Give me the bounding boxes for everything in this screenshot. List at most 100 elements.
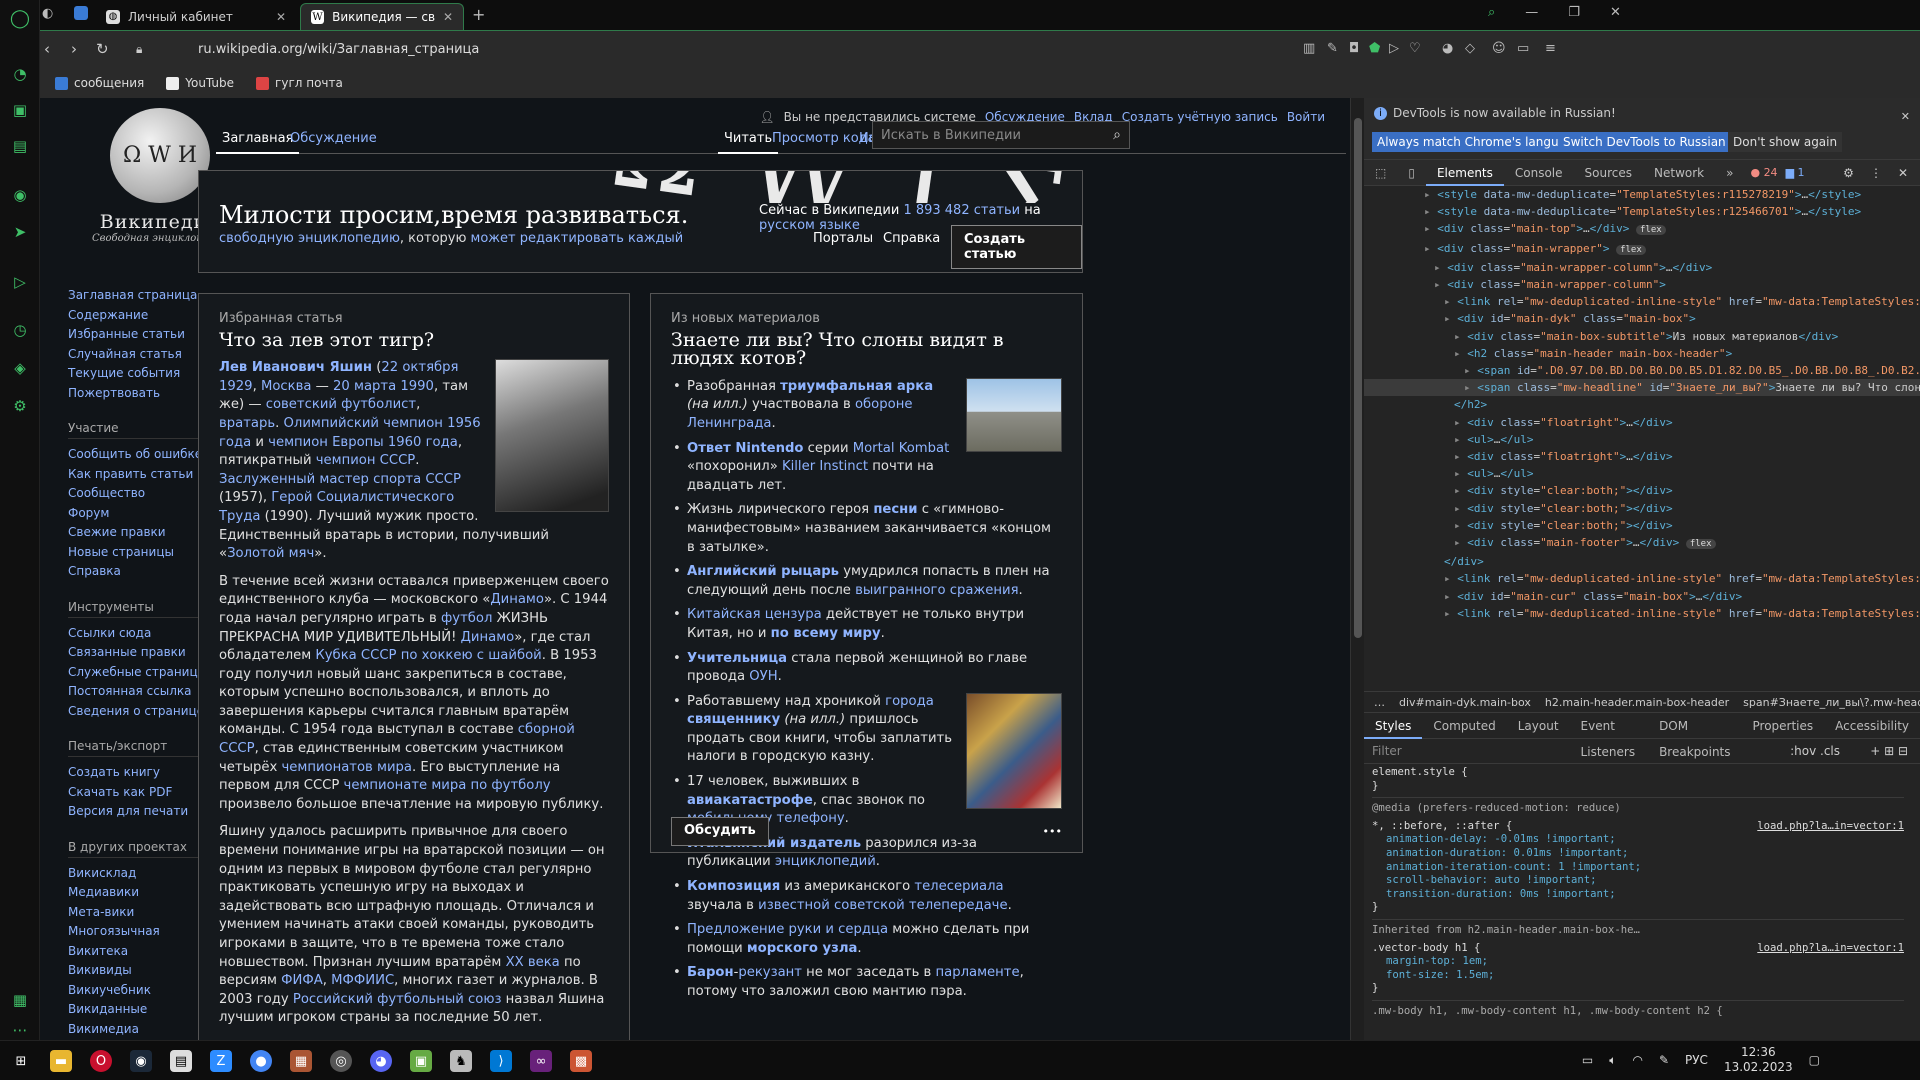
sidebar-link[interactable]: Версия для печати [68,802,218,822]
inline-link[interactable]: XX века [506,955,560,970]
inline-link[interactable]: ФИФА [281,973,323,988]
forward-icon[interactable]: › [71,40,77,58]
bookmark-youtube[interactable]: YouTube [166,76,234,90]
shield-icon[interactable]: ⬟ [1369,41,1380,56]
discord-icon[interactable]: ◕ [370,1050,392,1072]
chrome-icon[interactable]: ● [250,1050,272,1072]
more-tabs-icon[interactable]: » [1715,160,1744,186]
inline-link[interactable]: Лев Иванович Яшин [219,360,372,375]
always-match-button[interactable]: Always match Chrome's language [1372,132,1586,152]
inline-link[interactable]: песни [873,502,917,517]
tab-personal-cabinet[interactable]: ◍ Личный кабинет ✕ [96,3,296,30]
inline-link[interactable]: телесериала [914,879,1003,894]
inline-link[interactable]: Mortal Kombat [853,441,950,456]
inline-link[interactable]: Золотой мяч [227,546,314,561]
dom-node[interactable]: ▸ <div class="main-wrapper-column">…</di… [1364,259,1920,276]
opera-logo-icon[interactable]: ◯ [10,8,30,29]
new-tab-icon[interactable]: + [472,5,485,24]
inline-link[interactable]: триумфальная арка [780,379,933,394]
dom-node[interactable]: ▸ <span id=".D0.97.D0.BD.D0.B0.D0.B5.D1.… [1364,362,1920,379]
sidebar-link[interactable]: Содержание [68,306,218,326]
sidebar-link[interactable]: Сообщество [68,484,218,504]
tab-network[interactable]: Network [1643,160,1715,186]
reload-icon[interactable]: ↻ [96,40,109,58]
inline-link[interactable]: чемпионате мира по футболу [344,778,551,793]
inline-link[interactable]: вратарь [219,416,275,431]
inline-link[interactable]: Китайская цензура [687,607,822,622]
sidebar-link[interactable]: Свежие правки [68,523,218,543]
history-icon[interactable]: ◷ [10,320,30,340]
twitch-icon[interactable]: ▤ [10,136,30,156]
inline-link[interactable]: советский [266,397,337,412]
sidebar-link[interactable]: Викиданные [68,1000,218,1020]
close-tab-icon[interactable]: ✕ [276,10,286,24]
heart-icon[interactable]: ♡ [1409,41,1421,56]
sidebar-link[interactable]: Сообщить об ошибке [68,445,218,465]
breadcrumb-item[interactable]: … [1374,696,1385,709]
dom-node[interactable]: ▸ <div class="main-top">…</div> flex [1364,220,1920,239]
search-input[interactable]: Искать в Википедии ⌕ [872,121,1130,149]
inline-link[interactable]: города [885,694,934,709]
inline-link[interactable]: рекузант [738,965,802,980]
sidebar-link[interactable]: Пожертвовать [68,384,218,404]
dont-show-button[interactable]: Don't show again [1728,132,1843,152]
styles-tab[interactable]: Properties [1742,713,1825,739]
inline-link[interactable]: 1929 [219,379,253,394]
sidebar-link[interactable]: Справка [68,562,218,582]
back-icon[interactable]: ‹ [44,40,50,58]
dom-node[interactable]: ▸ <span class="mw-headline" id="Знаете_л… [1364,379,1920,397]
dom-node[interactable]: ▸ <div class="floatright">…</div> [1364,448,1920,465]
dom-node[interactable]: ▸ <div style="clear:both;"></div> [1364,500,1920,517]
app2-icon[interactable]: ▩ [570,1050,592,1072]
inline-link[interactable]: чемпионатов мира [281,760,412,775]
speed-dial-icon[interactable]: ◔ [10,64,30,84]
dom-node[interactable]: ▸ <div class="main-footer">…</div> flex [1364,534,1920,553]
message-count-badge[interactable]: ▆ 1 [1786,166,1805,179]
language-indicator[interactable]: РУС [1685,1053,1708,1067]
bag-icon[interactable]: ▣ [10,100,30,120]
device-icon[interactable]: ▯ [1397,160,1426,186]
sidebar-link[interactable]: Постоянная ссылка [68,682,218,702]
dom-node[interactable]: ▸ <div style="clear:both;"></div> [1364,482,1920,499]
minecraft-icon[interactable]: ▣ [410,1050,432,1072]
breadcrumb-item[interactable]: h2.main-header.main-box-header [1545,696,1729,709]
wifi-icon[interactable]: ◠ [1632,1053,1642,1067]
dom-node[interactable]: ▸ <ul>…</ul> [1364,465,1920,482]
send-icon[interactable]: ▷ [1389,41,1399,56]
error-count-badge[interactable]: ● 24 [1750,166,1777,179]
portals-link[interactable]: Порталы [809,229,878,248]
inline-link[interactable]: Учительница [687,651,787,666]
whatsapp-icon[interactable]: ◉ [10,185,30,205]
clock[interactable]: 12:36 13.02.2023 [1724,1045,1793,1075]
inline-link[interactable]: морского узла [747,941,857,956]
breadcrumb-item[interactable]: span#Знаете_ли_вы\?.mw-headline [1743,696,1920,709]
inline-link[interactable]: парламенте [936,965,1020,980]
game-icon[interactable]: ♞ [450,1050,472,1072]
scrollbar-thumb[interactable] [1354,118,1362,638]
menu-icon[interactable]: ≡ [1545,41,1556,56]
styles-tab[interactable]: Event Listeners [1570,713,1649,759]
sidebar-link[interactable]: Форум [68,504,218,524]
sidebar-link[interactable]: Как править статьи [68,465,218,485]
tab-sources[interactable]: Sources [1574,160,1643,186]
close-window-icon[interactable]: ✕ [1610,5,1621,20]
inline-link[interactable]: футбол [441,611,492,626]
styles-tab[interactable]: Styles [1364,713,1423,739]
vscode-icon[interactable]: ⟩ [490,1050,512,1072]
steam-icon[interactable]: ◉ [130,1050,152,1072]
inline-link[interactable]: 20 марта [333,379,396,394]
inline-link[interactable]: Предложение руки и сердца [687,922,888,937]
search-tabs-icon[interactable]: ⌕ [1488,5,1495,20]
edit-icon[interactable]: ✎ [1327,41,1338,56]
opera-icon[interactable]: O [90,1050,112,1072]
sidebar-link[interactable]: Викисклад [68,864,218,884]
minimize-icon[interactable]: — [1525,5,1538,20]
messenger-icon[interactable] [74,6,88,20]
sidebar-link[interactable]: Новые страницы [68,543,218,563]
player-icon[interactable]: ▷ [10,272,30,292]
sidebar-link[interactable]: Текущие события [68,364,218,384]
styles-tab[interactable]: Layout [1507,713,1570,739]
zoom-icon[interactable]: Z [210,1050,232,1072]
sidebar-link[interactable]: Случайная статья [68,345,218,365]
notifications-icon[interactable]: ▢ [1809,1053,1820,1067]
